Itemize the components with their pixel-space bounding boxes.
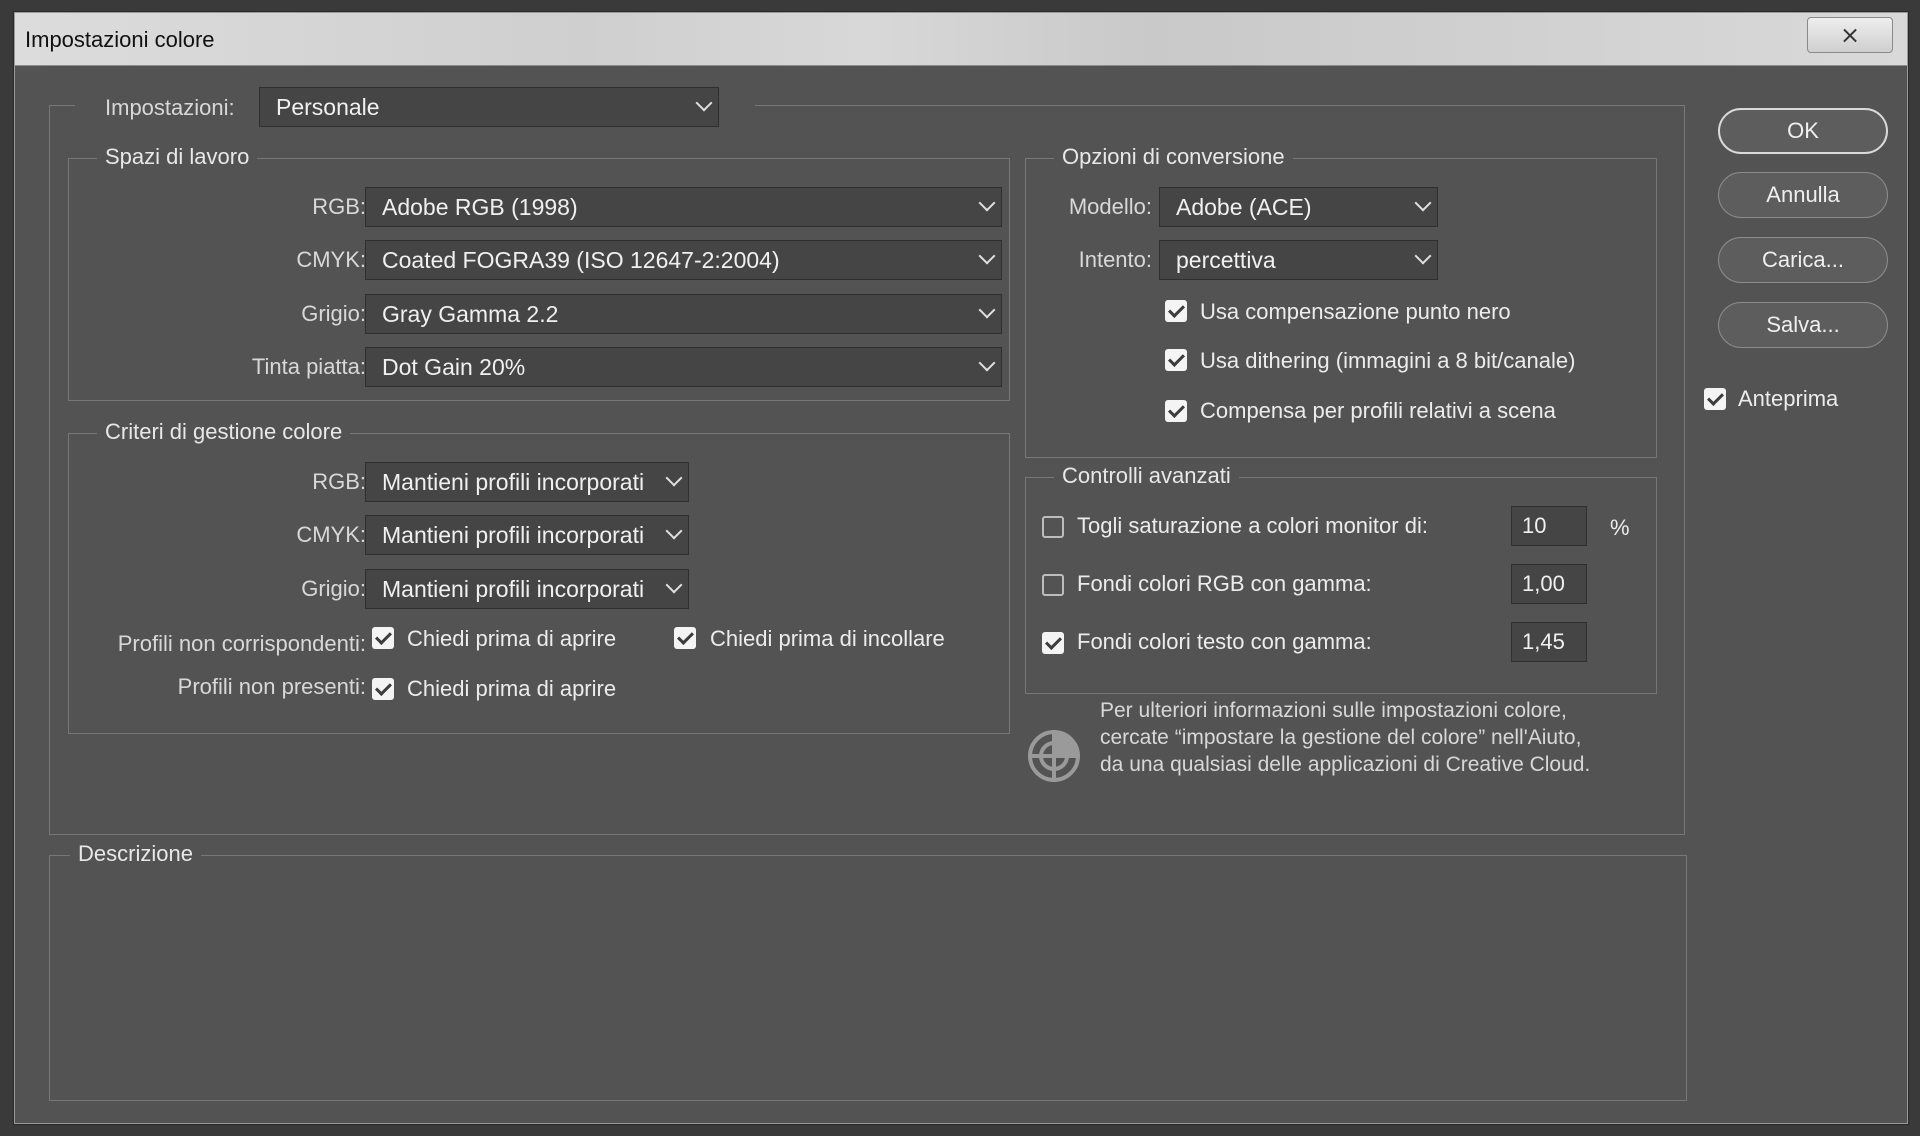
missing-label: Profili non presenti: xyxy=(177,674,366,699)
advanced-legend: Controlli avanzati xyxy=(1054,463,1239,489)
desaturate-label: Togli saturazione a colori monitor di: xyxy=(1077,513,1428,538)
ws-rgb-dropdown[interactable]: Adobe RGB (1998) xyxy=(365,187,1002,227)
policy-cmyk-label: CMYK: xyxy=(296,522,366,547)
missing-open-label: Chiedi prima di aprire xyxy=(407,676,617,701)
dither-checkbox[interactable] xyxy=(1165,349,1187,371)
mismatch-open-label: Chiedi prima di aprire xyxy=(407,626,617,651)
info-line-3: da una qualsiasi delle applicazioni di C… xyxy=(1100,753,1591,776)
ws-gray-value: Gray Gamma 2.2 xyxy=(382,301,559,327)
desaturate-checkbox[interactable] xyxy=(1042,516,1064,538)
ok-button[interactable]: OK xyxy=(1718,108,1888,154)
ws-cmyk-value: Coated FOGRA39 (ISO 12647-2:2004) xyxy=(382,247,780,273)
blend-rgb-label: Fondi colori RGB con gamma: xyxy=(1077,571,1372,596)
color-settings-dialog: Impostazioni colore ⨯ Impostazioni: Pers… xyxy=(14,12,1908,1124)
settings-row: Impostazioni: Personale xyxy=(75,87,755,131)
mismatch-label: Profili non corrispondenti: xyxy=(117,631,366,656)
intent-label: Intento: xyxy=(1078,247,1152,272)
intent-dropdown[interactable]: percettiva xyxy=(1159,240,1438,280)
scene-label: Compensa per profili relativi a scena xyxy=(1200,398,1556,423)
description-legend: Descrizione xyxy=(70,841,201,867)
ws-gray-label: Grigio: xyxy=(301,301,366,326)
close-button[interactable]: ⨯ xyxy=(1807,17,1893,53)
blend-rgb-checkbox[interactable] xyxy=(1042,574,1064,596)
settings-label: Impostazioni: xyxy=(105,95,235,120)
intent-value: percettiva xyxy=(1176,247,1276,273)
missing-open-checkbox[interactable] xyxy=(372,678,394,700)
window-title: Impostazioni colore xyxy=(25,27,215,52)
chevron-down-icon xyxy=(695,94,713,112)
settings-dropdown[interactable]: Personale xyxy=(259,87,719,127)
engine-label: Modello: xyxy=(1068,194,1152,219)
policies-legend: Criteri di gestione colore xyxy=(97,419,351,445)
blend-text-input[interactable]: 1,45 xyxy=(1511,622,1587,662)
conversion-legend: Opzioni di conversione xyxy=(1054,144,1293,170)
ws-spot-label: Tinta piatta: xyxy=(251,354,366,379)
scene-checkbox[interactable] xyxy=(1165,400,1187,422)
policy-rgb-dropdown[interactable]: Mantieni profili incorporati xyxy=(365,462,689,502)
ws-rgb-label: RGB: xyxy=(312,194,366,219)
color-wheel-icon xyxy=(1028,730,1080,782)
close-icon: ⨯ xyxy=(1839,21,1861,49)
chevron-down-icon xyxy=(1414,247,1432,265)
load-button[interactable]: Carica... xyxy=(1718,237,1888,283)
ws-rgb-value: Adobe RGB (1998) xyxy=(382,194,578,220)
ws-spot-dropdown[interactable]: Dot Gain 20% xyxy=(365,347,1002,387)
bpc-checkbox[interactable] xyxy=(1165,300,1187,322)
policy-cmyk-dropdown[interactable]: Mantieni profili incorporati xyxy=(365,515,689,555)
policy-cmyk-value: Mantieni profili incorporati xyxy=(382,522,645,548)
preview-label: Anteprima xyxy=(1738,386,1839,411)
chevron-down-icon xyxy=(665,522,683,540)
description-group: Descrizione xyxy=(49,841,1687,1101)
chevron-down-icon xyxy=(978,247,996,265)
chevron-down-icon xyxy=(1414,194,1432,212)
settings-value: Personale xyxy=(276,94,380,120)
save-button[interactable]: Salva... xyxy=(1718,302,1888,348)
bpc-label: Usa compensazione punto nero xyxy=(1200,299,1511,324)
policy-gray-dropdown[interactable]: Mantieni profili incorporati xyxy=(365,569,689,609)
title-bar: Impostazioni colore ⨯ xyxy=(15,13,1907,66)
chevron-down-icon xyxy=(978,301,996,319)
policy-gray-label: Grigio: xyxy=(301,576,366,601)
working-spaces-legend: Spazi di lavoro xyxy=(97,144,258,170)
ws-cmyk-dropdown[interactable]: Coated FOGRA39 (ISO 12647-2:2004) xyxy=(365,240,1002,280)
blend-rgb-input[interactable]: 1,00 xyxy=(1511,564,1587,604)
chevron-down-icon xyxy=(978,354,996,372)
policy-gray-value: Mantieni profili incorporati xyxy=(382,576,645,602)
chevron-down-icon xyxy=(978,194,996,212)
mismatch-paste-checkbox[interactable] xyxy=(674,627,696,649)
info-line-1: Per ulteriori informazioni sulle imposta… xyxy=(1100,699,1567,722)
ws-cmyk-label: CMYK: xyxy=(296,247,366,272)
ws-gray-dropdown[interactable]: Gray Gamma 2.2 xyxy=(365,294,1002,334)
dither-label: Usa dithering (immagini a 8 bit/canale) xyxy=(1200,348,1576,373)
info-line-2: cercate “impostare la gestione del color… xyxy=(1100,726,1582,749)
preview-checkbox[interactable] xyxy=(1704,388,1726,410)
chevron-down-icon xyxy=(665,469,683,487)
cancel-button[interactable]: Annulla xyxy=(1718,172,1888,218)
desaturate-input[interactable]: 10 xyxy=(1511,506,1587,546)
ws-spot-value: Dot Gain 20% xyxy=(382,354,526,380)
policy-rgb-value: Mantieni profili incorporati xyxy=(382,469,645,495)
mismatch-open-checkbox[interactable] xyxy=(372,627,394,649)
desaturate-unit: % xyxy=(1610,515,1630,540)
engine-dropdown[interactable]: Adobe (ACE) xyxy=(1159,187,1438,227)
blend-text-label: Fondi colori testo con gamma: xyxy=(1077,629,1372,654)
engine-value: Adobe (ACE) xyxy=(1176,194,1312,220)
blend-text-checkbox[interactable] xyxy=(1042,632,1064,654)
mismatch-paste-label: Chiedi prima di incollare xyxy=(710,626,945,651)
policy-rgb-label: RGB: xyxy=(312,469,366,494)
chevron-down-icon xyxy=(665,576,683,594)
